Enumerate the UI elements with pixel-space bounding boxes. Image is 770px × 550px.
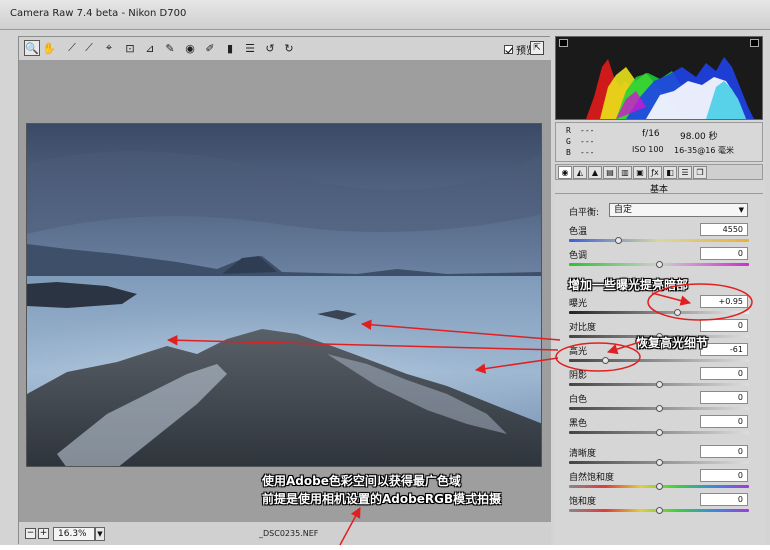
- camera-raw-window: Camera Raw 7.4 beta - Nikon D700 🔍 ✋ ⟋ ⟋…: [0, 0, 770, 550]
- slider-thumb[interactable]: [656, 261, 663, 268]
- iso: ISO 100: [632, 145, 664, 154]
- adjustment-brush-tool-icon[interactable]: ✐: [202, 40, 218, 56]
- slider-value-field[interactable]: 0: [700, 247, 748, 260]
- tab-basic-icon[interactable]: ◉: [558, 166, 572, 179]
- rotate-cw-icon[interactable]: ↻: [281, 40, 297, 56]
- slider-value-field[interactable]: 0: [700, 445, 748, 458]
- straighten-tool-icon[interactable]: ⊿: [142, 40, 158, 56]
- color-sampler-tool-icon[interactable]: ⟋: [81, 40, 97, 56]
- hand-tool-icon[interactable]: ✋: [41, 40, 57, 56]
- exposure-annotation: 增加一些曝光提亮暗部: [568, 278, 689, 292]
- zoom-tool-icon[interactable]: 🔍: [24, 40, 40, 56]
- tab-camera-calibration-icon[interactable]: ◧: [663, 166, 677, 179]
- r-value: ---: [580, 126, 595, 135]
- tab-snapshots-icon[interactable]: ❐: [693, 166, 707, 179]
- slider-value-field[interactable]: 0: [700, 367, 748, 380]
- fullscreen-icon[interactable]: ⇱: [530, 41, 544, 55]
- status-bar: − + 16.3% ▼ _DSC0235.NEF: [19, 521, 551, 545]
- slider-label: 自然饱和度: [569, 473, 615, 483]
- zoom-out-button[interactable]: −: [25, 528, 36, 539]
- histogram: [555, 36, 763, 120]
- slider-value-field[interactable]: 0: [700, 415, 748, 428]
- slider-thumb[interactable]: [656, 381, 663, 388]
- tab-effects-icon[interactable]: ƒx: [648, 166, 662, 179]
- section-title: 基本: [555, 182, 763, 195]
- graduated-filter-tool-icon[interactable]: ▮: [222, 40, 238, 56]
- highlight-annotation: 恢复高光细节: [636, 336, 709, 350]
- white-balance-select[interactable]: 自定: [609, 203, 748, 217]
- slider-label: 色调: [569, 251, 588, 261]
- preview-checkbox[interactable]: [504, 45, 513, 54]
- window-title: Camera Raw 7.4 beta - Nikon D700: [10, 8, 187, 19]
- slider-value-field[interactable]: 4550: [700, 223, 748, 236]
- b-value: ---: [580, 148, 595, 157]
- slider-thumb[interactable]: [656, 459, 663, 466]
- zoom-level-field[interactable]: 16.3%: [53, 527, 95, 541]
- slider-label: 对比度: [569, 323, 597, 333]
- slider-thumb[interactable]: [656, 429, 663, 436]
- file-name: _DSC0235.NEF: [259, 529, 319, 538]
- title-bar: Camera Raw 7.4 beta - Nikon D700: [0, 0, 770, 30]
- slider-label: 白色: [569, 395, 588, 405]
- slider-track[interactable]: [569, 239, 749, 242]
- slider-value-field[interactable]: 0: [700, 319, 748, 332]
- aperture: f/16: [642, 129, 660, 139]
- slider-value-field[interactable]: +0.95: [700, 295, 748, 308]
- white-balance-tool-icon[interactable]: ⟋: [64, 40, 80, 56]
- b-label: B: [566, 148, 571, 157]
- slider-label: 高光: [569, 347, 588, 357]
- slider-label: 清晰度: [569, 449, 597, 459]
- r-label: R: [566, 126, 571, 135]
- slider-value-field[interactable]: 0: [700, 391, 748, 404]
- slider-label: 曝光: [569, 299, 588, 309]
- spot-removal-tool-icon[interactable]: ✎: [162, 40, 178, 56]
- image-info: R --- G --- B --- f/16 98.00 秒 ISO 100 1…: [555, 122, 763, 162]
- toolbar: 🔍 ✋ ⟋ ⟋ ⌖ ⊡ ⊿ ✎ ◉ ✐ ▮ ☰ ↺ ↻ 预览 ⇱: [19, 37, 551, 61]
- rotate-ccw-icon[interactable]: ↺: [262, 40, 278, 56]
- slider-thumb[interactable]: [656, 507, 663, 514]
- slider-label: 饱和度: [569, 497, 597, 507]
- wb-label: 白平衡:: [569, 208, 600, 218]
- image-canvas: [19, 61, 551, 521]
- tab-lens-icon[interactable]: ▣: [633, 166, 647, 179]
- slider-label: 黑色: [569, 419, 588, 429]
- slider-thumb[interactable]: [656, 405, 663, 412]
- panel-tabs: ◉ ◭ ▲ ▤ ▥ ▣ ƒx ◧ ☰ ❐: [555, 164, 763, 180]
- slider-thumb[interactable]: [656, 483, 663, 490]
- preview-panel: 🔍 ✋ ⟋ ⟋ ⌖ ⊡ ⊿ ✎ ◉ ✐ ▮ ☰ ↺ ↻ 预览 ⇱ − + 16.…: [18, 36, 551, 545]
- zoom-in-button[interactable]: +: [38, 528, 49, 539]
- tab-detail-icon[interactable]: ▲: [588, 166, 602, 179]
- bottom-annotation-2: 前提是使用相机设置的AdobeRGB模式拍摄: [262, 492, 502, 506]
- basic-panel: 白平衡: 自定 色温4550色调0曝光+0.95对比度0高光-61阴影0白色0黑…: [555, 194, 763, 545]
- zoom-dropdown-icon[interactable]: ▼: [95, 527, 105, 541]
- slider-thumb[interactable]: [614, 237, 622, 244]
- preferences-icon[interactable]: ☰: [242, 40, 258, 56]
- tab-tone-curve-icon[interactable]: ◭: [573, 166, 587, 179]
- slider-thumb[interactable]: [674, 309, 681, 316]
- shutter-speed: 98.00 秒: [680, 132, 718, 142]
- red-eye-tool-icon[interactable]: ◉: [182, 40, 198, 56]
- slider-value-field[interactable]: 0: [700, 469, 748, 482]
- slider-label: 色温: [569, 227, 588, 237]
- slider-track[interactable]: [569, 311, 749, 314]
- focal-length: 16-35@16 毫米: [674, 146, 734, 155]
- tab-split-toning-icon[interactable]: ▥: [618, 166, 632, 179]
- bottom-annotation-1: 使用Adobe色彩空间以获得最广色域: [262, 474, 461, 488]
- slider-track[interactable]: [569, 359, 749, 362]
- slider-value-field[interactable]: 0: [700, 493, 748, 506]
- targeted-adjustment-tool-icon[interactable]: ⌖: [101, 40, 117, 56]
- g-value: ---: [580, 137, 595, 146]
- slider-thumb[interactable]: [602, 357, 609, 364]
- tab-presets-icon[interactable]: ☰: [678, 166, 692, 179]
- slider-label: 阴影: [569, 371, 588, 381]
- crop-tool-icon[interactable]: ⊡: [122, 40, 138, 56]
- g-label: G: [566, 137, 571, 146]
- tab-hsl-icon[interactable]: ▤: [603, 166, 617, 179]
- photo-preview: [26, 123, 542, 467]
